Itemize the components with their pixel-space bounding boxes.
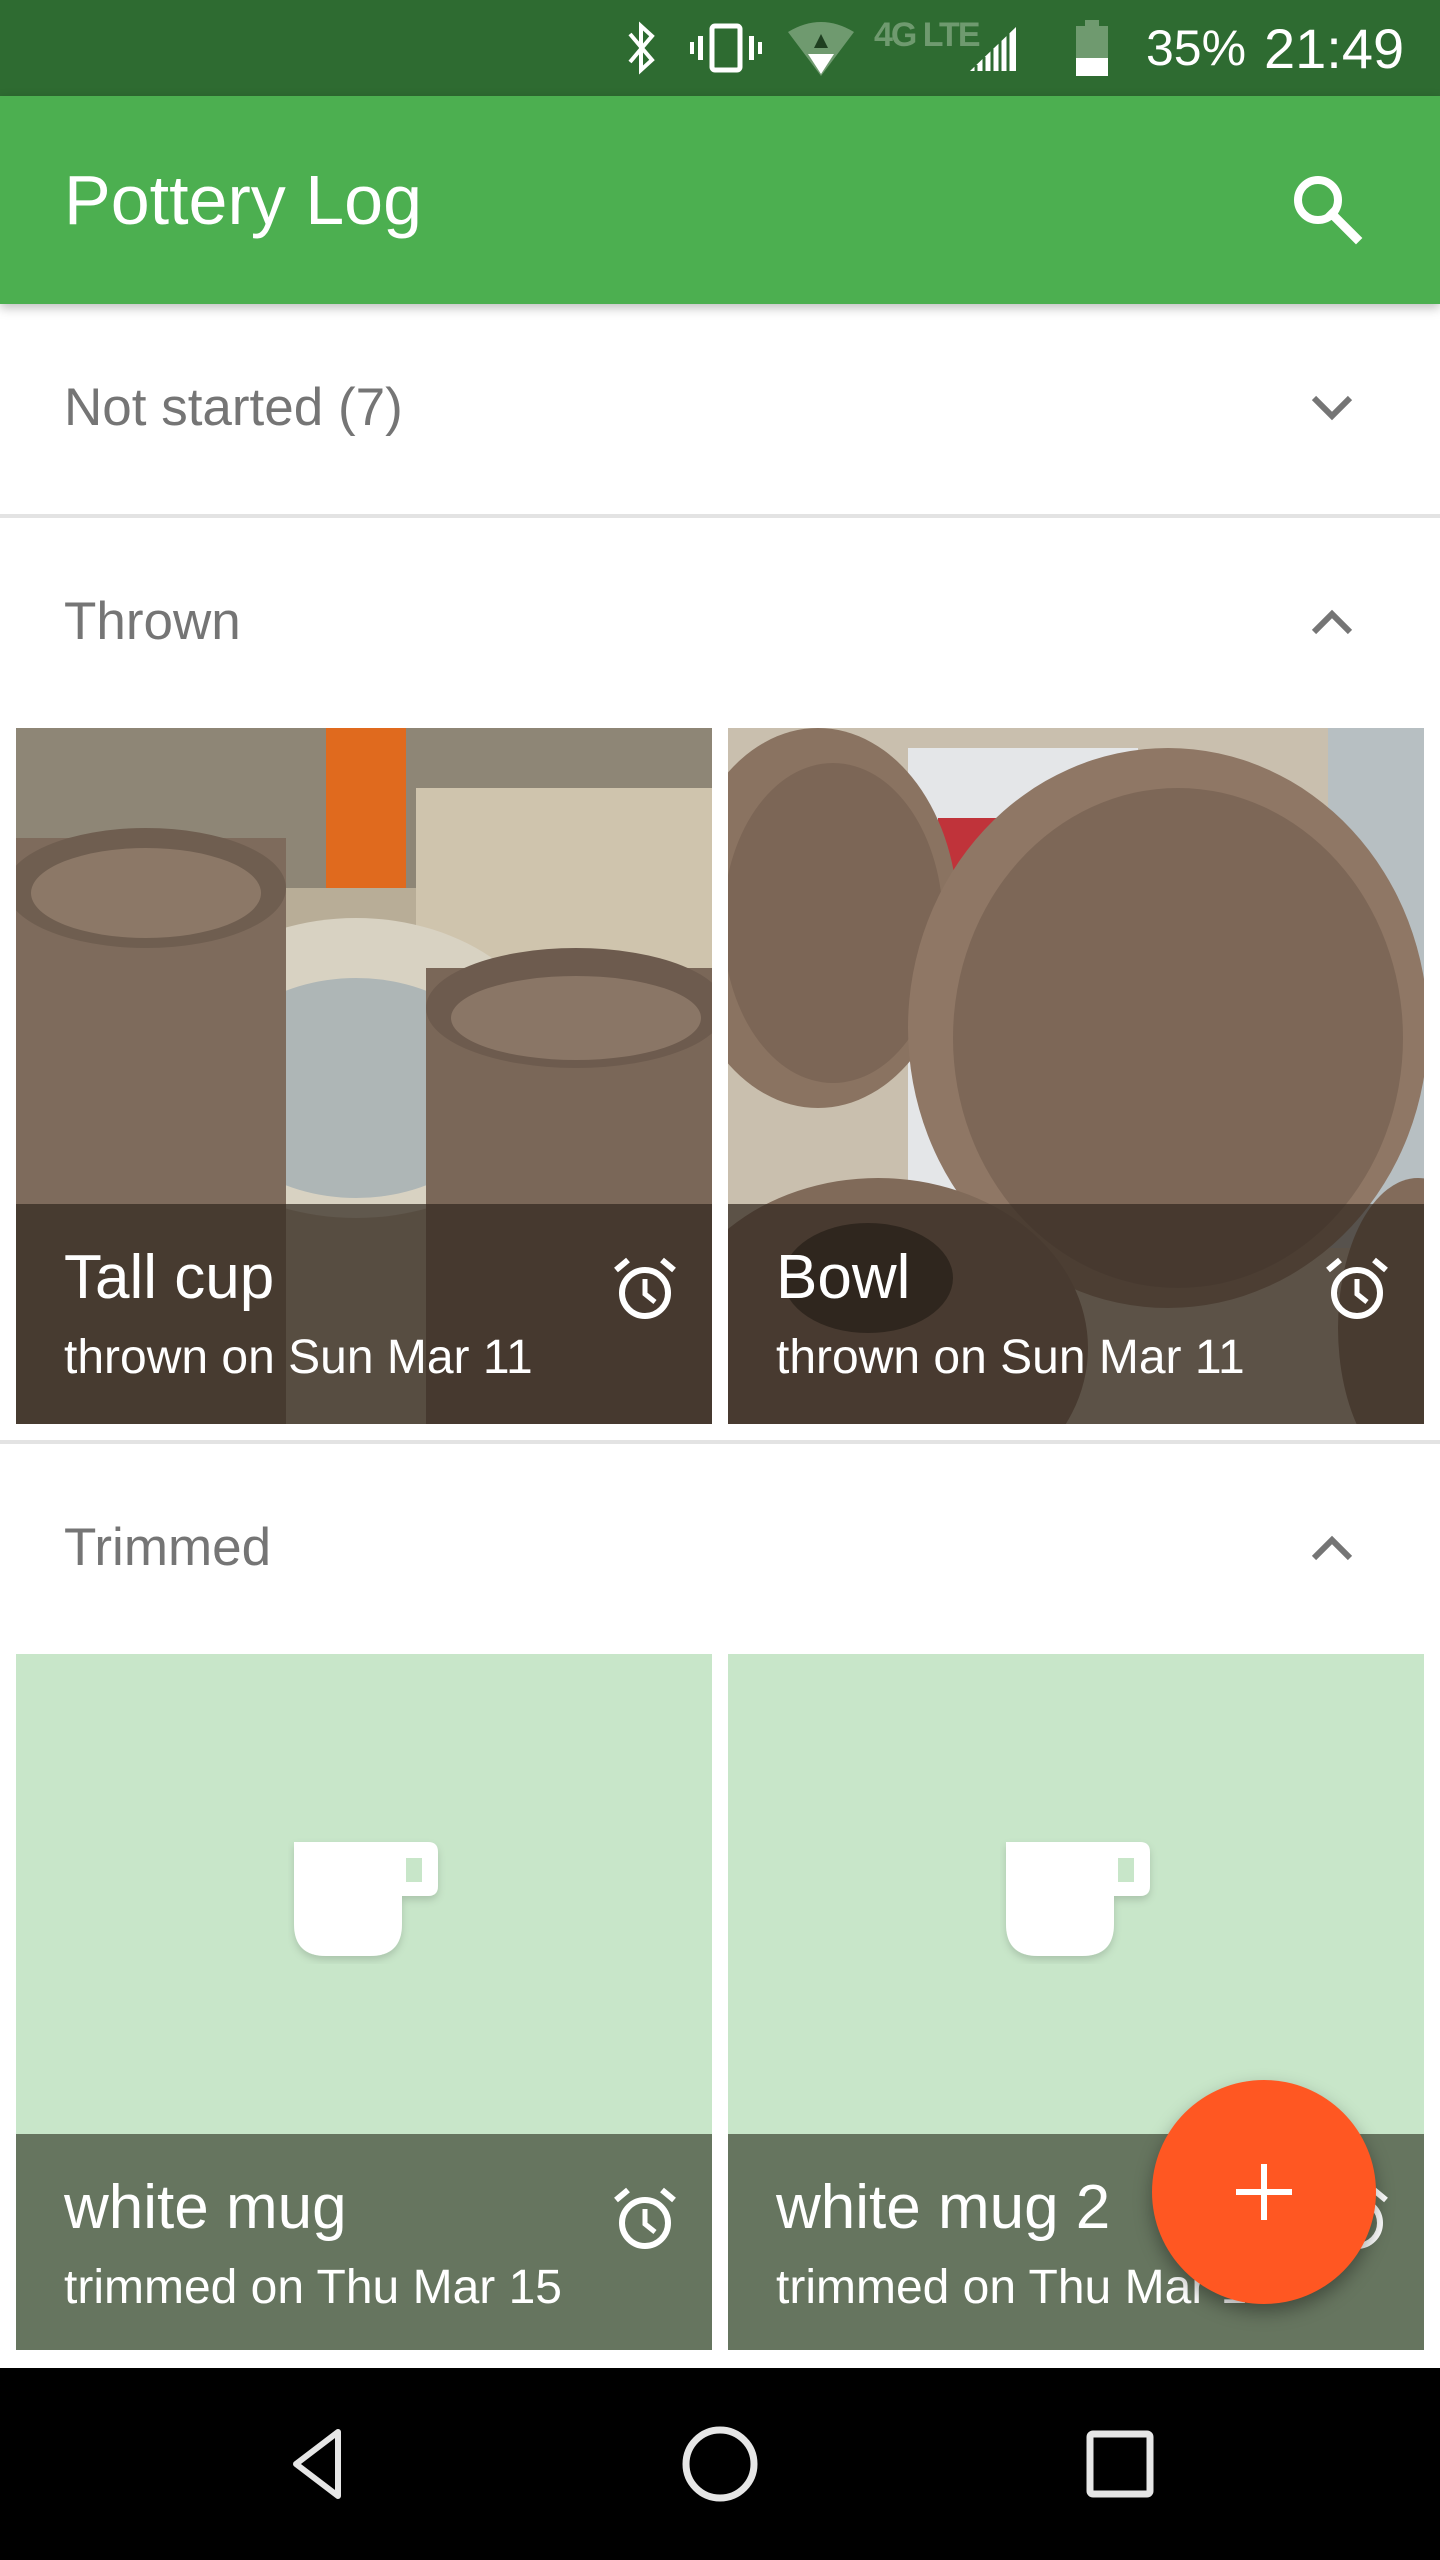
card-caption: Bowl thrown on Sun Mar 11 <box>728 1204 1424 1424</box>
chevron-down-icon[interactable] <box>1300 378 1364 438</box>
recents-button[interactable] <box>1060 2404 1180 2524</box>
system-nav-bar <box>0 2368 1440 2560</box>
recents-icon <box>1086 2430 1154 2498</box>
lte-icon: 4G LTE <box>874 0 980 96</box>
card-subtitle: thrown on Sun Mar 11 <box>776 1331 1245 1384</box>
card-subtitle: thrown on Sun Mar 11 <box>64 1331 533 1384</box>
section-title: Not started (7) <box>64 378 403 437</box>
vibrate-icon <box>688 0 764 96</box>
card-title: white mug 2 <box>776 2173 1111 2242</box>
plus-icon <box>1236 2164 1292 2220</box>
card-title: Tall cup <box>64 1243 275 1312</box>
card-caption: Tall cup thrown on Sun Mar 11 <box>16 1204 712 1424</box>
alarm-icon[interactable] <box>610 2184 680 2254</box>
signal-icon <box>968 0 1020 96</box>
alarm-icon[interactable] <box>1322 1254 1392 1324</box>
home-icon <box>682 2426 758 2502</box>
card-subtitle: trimmed on Thu Mar 15 <box>64 2261 562 2314</box>
add-pottery-fab[interactable] <box>1152 2080 1376 2304</box>
pottery-card-tall-cup[interactable]: Tall cup thrown on Sun Mar 11 <box>16 728 712 1424</box>
chevron-up-icon[interactable] <box>1300 1518 1364 1578</box>
battery-percent: 35% <box>1146 20 1247 76</box>
pottery-card-bowl[interactable]: Bowl thrown on Sun Mar 11 <box>728 728 1424 1424</box>
app-title: Pottery Log <box>64 161 422 239</box>
card-caption: white mug trimmed on Thu Mar 15 <box>16 2134 712 2350</box>
mug-placeholder-icon <box>294 1842 438 1956</box>
app-bar: Pottery Log <box>0 96 1440 304</box>
home-button[interactable] <box>660 2404 780 2524</box>
back-icon <box>293 2429 341 2499</box>
battery-icon <box>1072 0 1112 96</box>
status-bar: 4G LTE 35% 21:49 <box>0 0 1440 96</box>
card-title: white mug <box>64 2173 347 2242</box>
chevron-up-icon[interactable] <box>1300 592 1364 652</box>
section-title: Trimmed <box>64 1518 272 1577</box>
back-button[interactable] <box>260 2404 380 2524</box>
section-header-thrown[interactable]: Thrown <box>0 518 1440 726</box>
section-title: Thrown <box>64 592 241 651</box>
network-label: 4G LTE <box>874 15 980 54</box>
card-title: Bowl <box>776 1243 911 1312</box>
alarm-icon[interactable] <box>610 1254 680 1324</box>
wifi-icon <box>786 0 856 96</box>
search-icon <box>1294 176 1363 245</box>
section-header-not-started[interactable]: Not started (7) <box>0 304 1440 512</box>
bluetooth-icon <box>622 0 662 96</box>
pottery-card-white-mug[interactable]: white mug trimmed on Thu Mar 15 <box>16 1654 712 2350</box>
mug-placeholder-icon <box>1006 1842 1150 1956</box>
search-button[interactable] <box>1270 152 1382 264</box>
clock: 21:49 <box>1264 16 1405 80</box>
section-header-trimmed[interactable]: Trimmed <box>0 1444 1440 1652</box>
